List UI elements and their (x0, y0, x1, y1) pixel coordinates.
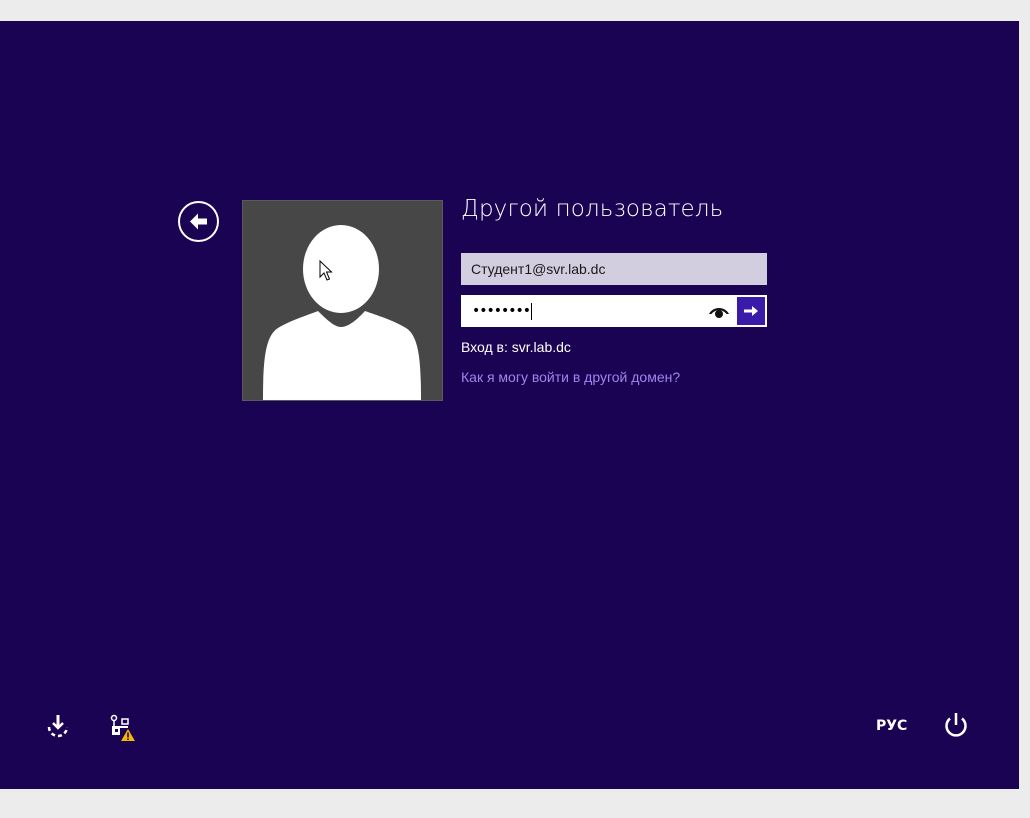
arrow-right-icon (744, 306, 758, 316)
other-domain-link[interactable]: Как я могу войти в другой домен? (461, 369, 680, 385)
back-button[interactable] (178, 201, 219, 242)
password-input[interactable]: •••••••• (472, 296, 533, 326)
lock-screen: Другой пользователь Студент1@svr.lab.dc … (0, 21, 1019, 789)
submit-button[interactable] (737, 297, 765, 325)
domain-label: Вход в: svr.lab.dc (461, 339, 571, 355)
eye-icon[interactable] (707, 303, 731, 319)
username-field[interactable]: Студент1@svr.lab.dc (461, 253, 767, 285)
user-avatar (242, 200, 443, 401)
page-title: Другой пользователь (461, 196, 724, 222)
user-silhouette-icon (263, 221, 421, 400)
power-icon[interactable] (942, 711, 970, 741)
mouse-pointer-icon (319, 260, 333, 281)
language-indicator[interactable]: РУС (876, 718, 907, 734)
text-caret (531, 302, 533, 320)
password-masked-value: •••••••• (472, 303, 531, 319)
network-warning-icon[interactable] (108, 713, 138, 743)
ease-of-access-icon[interactable] (44, 713, 72, 741)
back-arrow-icon (190, 213, 207, 230)
password-field[interactable]: •••••••• (461, 295, 767, 327)
